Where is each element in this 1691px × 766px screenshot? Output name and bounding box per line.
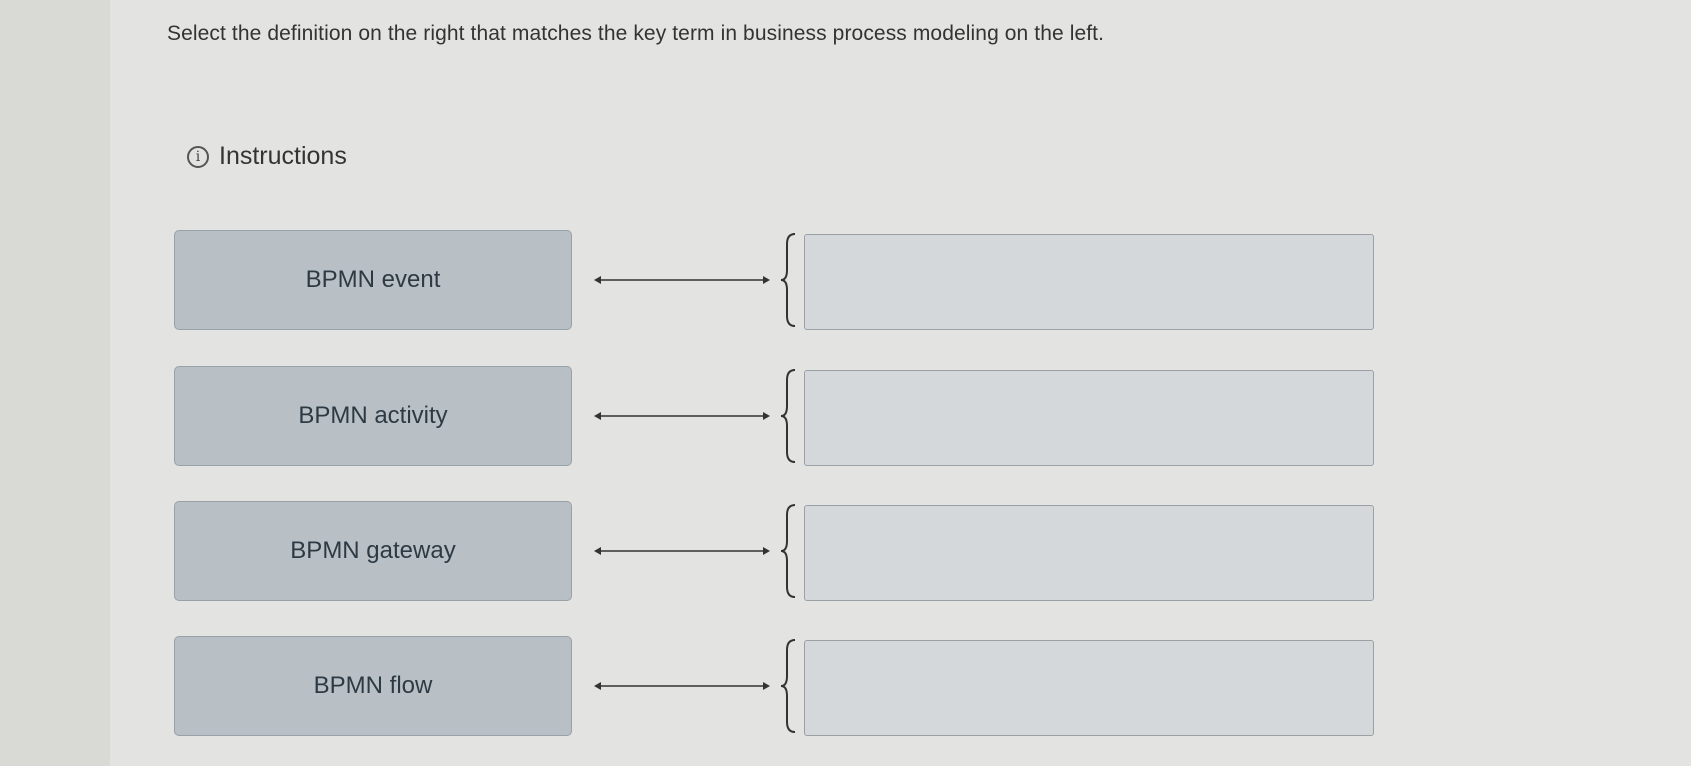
matching-row: BPMN flow — [174, 636, 1380, 738]
matching-row: BPMN gateway — [174, 501, 1380, 603]
double-arrow-icon — [594, 276, 770, 284]
double-arrow-icon — [594, 547, 770, 555]
instructions-label: Instructions — [219, 142, 347, 170]
term-bpmn-flow[interactable]: BPMN flow — [174, 636, 572, 736]
double-arrow-icon — [594, 682, 770, 690]
brace-icon — [780, 639, 796, 733]
term-bpmn-gateway[interactable]: BPMN gateway — [174, 501, 572, 601]
matching-row: BPMN activity — [174, 366, 1380, 468]
double-arrow-icon — [594, 412, 770, 420]
brace-icon — [780, 369, 796, 463]
instructions-toggle[interactable]: i Instructions — [187, 142, 347, 171]
left-margin-band — [0, 0, 110, 766]
matching-row: BPMN event — [174, 230, 1380, 332]
brace-icon — [780, 233, 796, 327]
definition-dropzone[interactable] — [804, 640, 1374, 736]
term-bpmn-event[interactable]: BPMN event — [174, 230, 572, 330]
term-bpmn-activity[interactable]: BPMN activity — [174, 366, 572, 466]
brace-icon — [780, 504, 796, 598]
question-prompt: Select the definition on the right that … — [167, 22, 1105, 45]
definition-dropzone[interactable] — [804, 370, 1374, 466]
definition-dropzone[interactable] — [804, 505, 1374, 601]
definition-dropzone[interactable] — [804, 234, 1374, 330]
info-icon: i — [187, 145, 209, 168]
